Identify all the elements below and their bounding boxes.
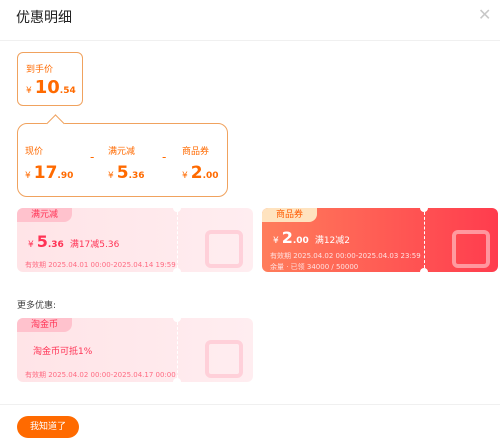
more-offers-label: 更多优惠: bbox=[17, 301, 57, 311]
coupon-decimal: .36 bbox=[47, 240, 64, 250]
coupon-validity: 有效期 2025.04.02 00:00-2025.04.17 00:00 bbox=[25, 371, 176, 379]
price-decimal: .90 bbox=[57, 171, 74, 181]
price-integer: 2 bbox=[190, 163, 203, 183]
final-price-card: 到手价 ¥10.54 bbox=[17, 52, 83, 106]
price-integer: 10 bbox=[34, 77, 60, 98]
coupon-validity: 有效期 2025.04.02 00:00-2025.04.03 23:59 bbox=[270, 252, 421, 260]
coupon-amount: ¥2.00 满12减2 bbox=[273, 228, 350, 247]
dialog-header: 优惠明细 ✕ bbox=[0, 0, 500, 41]
coupon-notch bbox=[173, 208, 181, 212]
price-decimal: .00 bbox=[202, 171, 219, 181]
coupon-perforation bbox=[177, 322, 178, 378]
breakdown-label: 满元减 bbox=[108, 147, 136, 157]
breakdown-product-coupon: 商品券 ¥2.00 bbox=[182, 144, 219, 183]
coupon-condition: 满12减2 bbox=[314, 236, 351, 246]
coupon-tag: 淘金币 bbox=[17, 318, 73, 332]
coupon-integer: 2 bbox=[281, 228, 293, 247]
coupon-tag: 商品券 bbox=[262, 208, 318, 222]
footer-divider bbox=[0, 404, 500, 405]
minus-operator: - bbox=[162, 150, 167, 164]
coupon-stock: 余量 · 已领 34000 / 50000 bbox=[270, 263, 359, 271]
close-icon[interactable]: ✕ bbox=[478, 7, 492, 23]
coupon-perforation bbox=[177, 212, 178, 268]
coupon-product[interactable]: 商品券 ¥2.00 满12减2 有效期 2025.04.02 00:00-2025… bbox=[262, 208, 498, 272]
coupon-decimal: .00 bbox=[292, 236, 309, 246]
currency-symbol: ¥ bbox=[28, 240, 34, 250]
confirm-button[interactable]: 我知道了 bbox=[17, 416, 79, 438]
breakdown-value: ¥2.00 bbox=[182, 163, 219, 183]
coupon-notch bbox=[173, 318, 181, 322]
currency-symbol: ¥ bbox=[26, 86, 32, 96]
coupon-full-reduction[interactable]: 满元减 ¥5.36 满17减5.36 有效期 2025.04.01 00:00-2… bbox=[17, 208, 253, 272]
coupon-notch bbox=[173, 378, 181, 382]
coupon-watermark-icon bbox=[205, 340, 243, 378]
currency-symbol: ¥ bbox=[25, 171, 31, 181]
coupon-watermark-icon bbox=[452, 230, 490, 268]
coupon-taojinbi[interactable]: 淘金币 淘金币可抵1% 有效期 2025.04.02 00:00-2025.04… bbox=[17, 318, 253, 382]
price-breakdown: 现价 ¥17.90 - 满元减 ¥5.36 - 商品券 ¥2.00 bbox=[17, 123, 228, 197]
coupon-notch bbox=[420, 268, 428, 272]
coupon-tag: 满元减 bbox=[17, 208, 73, 222]
coupon-notch bbox=[420, 208, 428, 212]
coupon-validity: 有效期 2025.04.01 00:00-2025.04.14 19:59 bbox=[25, 261, 176, 269]
coupon-amount: ¥5.36 满17减5.36 bbox=[28, 232, 119, 251]
coupon-description: 淘金币可抵1% bbox=[33, 347, 93, 357]
currency-symbol: ¥ bbox=[182, 171, 188, 181]
coupon-integer: 5 bbox=[36, 232, 48, 251]
breakdown-label: 商品券 bbox=[182, 147, 210, 157]
price-decimal: .36 bbox=[128, 171, 145, 181]
breakdown-value: ¥5.36 bbox=[108, 163, 145, 183]
coupon-notch bbox=[173, 268, 181, 272]
final-price-label: 到手价 bbox=[26, 65, 54, 75]
breakdown-label: 现价 bbox=[25, 147, 44, 157]
price-integer: 17 bbox=[33, 163, 58, 183]
dialog-title: 优惠明细 bbox=[16, 10, 72, 26]
coupon-perforation bbox=[424, 212, 425, 268]
final-price-value: ¥10.54 bbox=[26, 77, 76, 98]
breakdown-current-price: 现价 ¥17.90 bbox=[25, 144, 73, 183]
currency-symbol: ¥ bbox=[108, 171, 114, 181]
minus-operator: - bbox=[90, 150, 95, 164]
coupon-condition: 满17减5.36 bbox=[69, 240, 120, 250]
breakdown-full-reduction: 满元减 ¥5.36 bbox=[108, 144, 145, 183]
currency-symbol: ¥ bbox=[273, 236, 279, 246]
price-decimal: .54 bbox=[59, 86, 76, 96]
breakdown-value: ¥17.90 bbox=[25, 163, 73, 183]
coupon-watermark-icon bbox=[205, 230, 243, 268]
price-integer: 5 bbox=[116, 163, 129, 183]
